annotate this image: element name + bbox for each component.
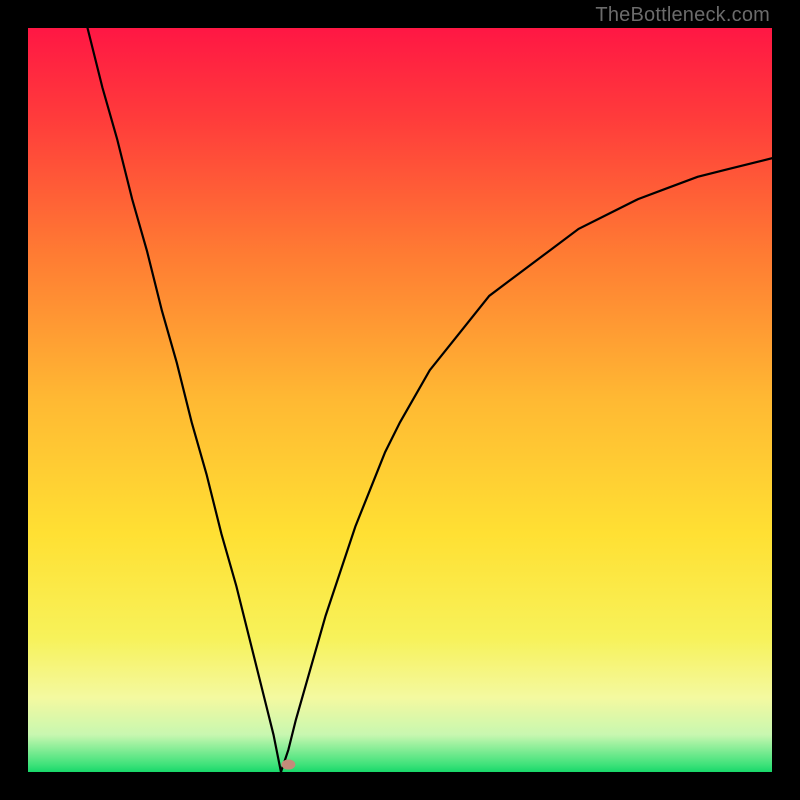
- chart-svg: [28, 28, 772, 772]
- watermark-text: TheBottleneck.com: [595, 4, 770, 27]
- plot-area: [28, 28, 772, 772]
- optimal-point-marker: [281, 760, 295, 770]
- gradient-background: [28, 28, 772, 772]
- chart-frame: TheBottleneck.com: [0, 0, 800, 800]
